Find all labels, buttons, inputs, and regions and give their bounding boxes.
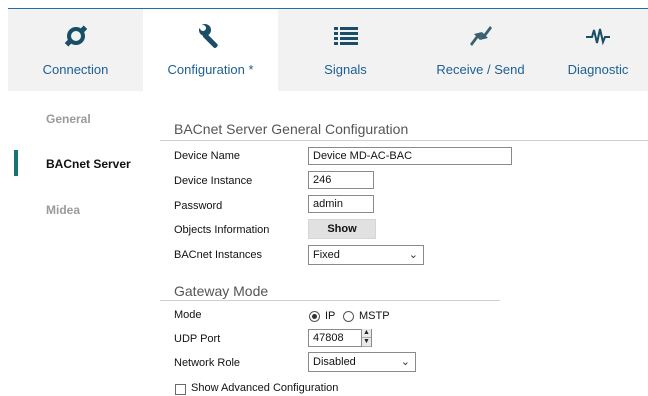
show-advanced-label: Show Advanced Configuration <box>191 382 339 394</box>
tab-receive-send-label: Receive / Send <box>436 62 525 77</box>
objects-show-button[interactable]: Show <box>308 219 376 239</box>
mode-label: Mode <box>174 309 202 321</box>
chevron-down-icon: ⌄ <box>400 356 410 368</box>
list-icon <box>278 19 413 53</box>
main-tab-bar: Connection Configuration * Signals Recei… <box>8 9 648 91</box>
device-name-label: Device Name <box>174 150 241 162</box>
tab-configuration-label: Configuration * <box>167 62 254 77</box>
device-instance-field[interactable] <box>308 171 374 189</box>
bacnet-instances-select[interactable]: Fixed ⌄ <box>308 245 424 265</box>
tab-diagnostic-label: Diagnostic <box>567 62 629 77</box>
stepper-down-icon[interactable]: ▼ <box>362 338 371 347</box>
mode-ip-label: IP <box>325 310 336 322</box>
tab-connection[interactable]: Connection <box>8 9 143 91</box>
mode-ip-radio[interactable] <box>309 311 320 322</box>
password-label: Password <box>174 200 223 212</box>
tab-receive-send[interactable]: Receive / Send <box>413 9 548 91</box>
password-field[interactable] <box>308 195 374 213</box>
mode-mstp-radio[interactable] <box>343 311 354 322</box>
tab-configuration[interactable]: Configuration * <box>143 9 278 91</box>
chevron-down-icon: ⌄ <box>408 249 418 261</box>
gateway-section-title: Gateway Mode <box>174 283 269 299</box>
udp-port-label: UDP Port <box>174 333 221 345</box>
stepper-up-icon[interactable]: ▲ <box>362 329 371 338</box>
device-instance-label: Device Instance <box>174 175 253 187</box>
tab-connection-label: Connection <box>42 62 109 77</box>
config-section-divider <box>160 140 648 141</box>
config-section-title: BACnet Server General Configuration <box>174 121 409 137</box>
mode-mstp-label: MSTP <box>359 310 390 322</box>
bacnet-instances-value: Fixed <box>313 249 340 261</box>
wrench-icon <box>143 19 278 53</box>
device-name-field[interactable] <box>308 147 512 165</box>
radio-selected-dot <box>312 314 317 319</box>
udp-port-stepper[interactable]: ▲ ▼ <box>361 329 371 347</box>
show-advanced-checkbox[interactable] <box>175 384 186 395</box>
tab-signals[interactable]: Signals <box>278 9 413 91</box>
tab-diagnostic[interactable]: Diagnostic <box>548 9 648 91</box>
network-role-value: Disabled <box>313 356 356 368</box>
sidebar-item-general[interactable]: General <box>46 112 91 126</box>
plug-icon <box>8 19 143 53</box>
network-role-select[interactable]: Disabled ⌄ <box>308 352 416 372</box>
gateway-section-divider <box>160 300 500 301</box>
arrows-exchange-icon <box>413 19 548 53</box>
sidebar-item-midea[interactable]: Midea <box>46 203 80 217</box>
network-role-label: Network Role <box>174 357 241 369</box>
sidebar-active-marker <box>14 150 18 176</box>
pulse-icon <box>548 19 648 53</box>
sidebar-item-bacnet-server[interactable]: BACnet Server <box>46 157 131 171</box>
objects-information-label: Objects Information <box>174 224 270 236</box>
tab-signals-label: Signals <box>324 62 367 77</box>
bacnet-instances-label: BACnet Instances <box>174 249 263 261</box>
